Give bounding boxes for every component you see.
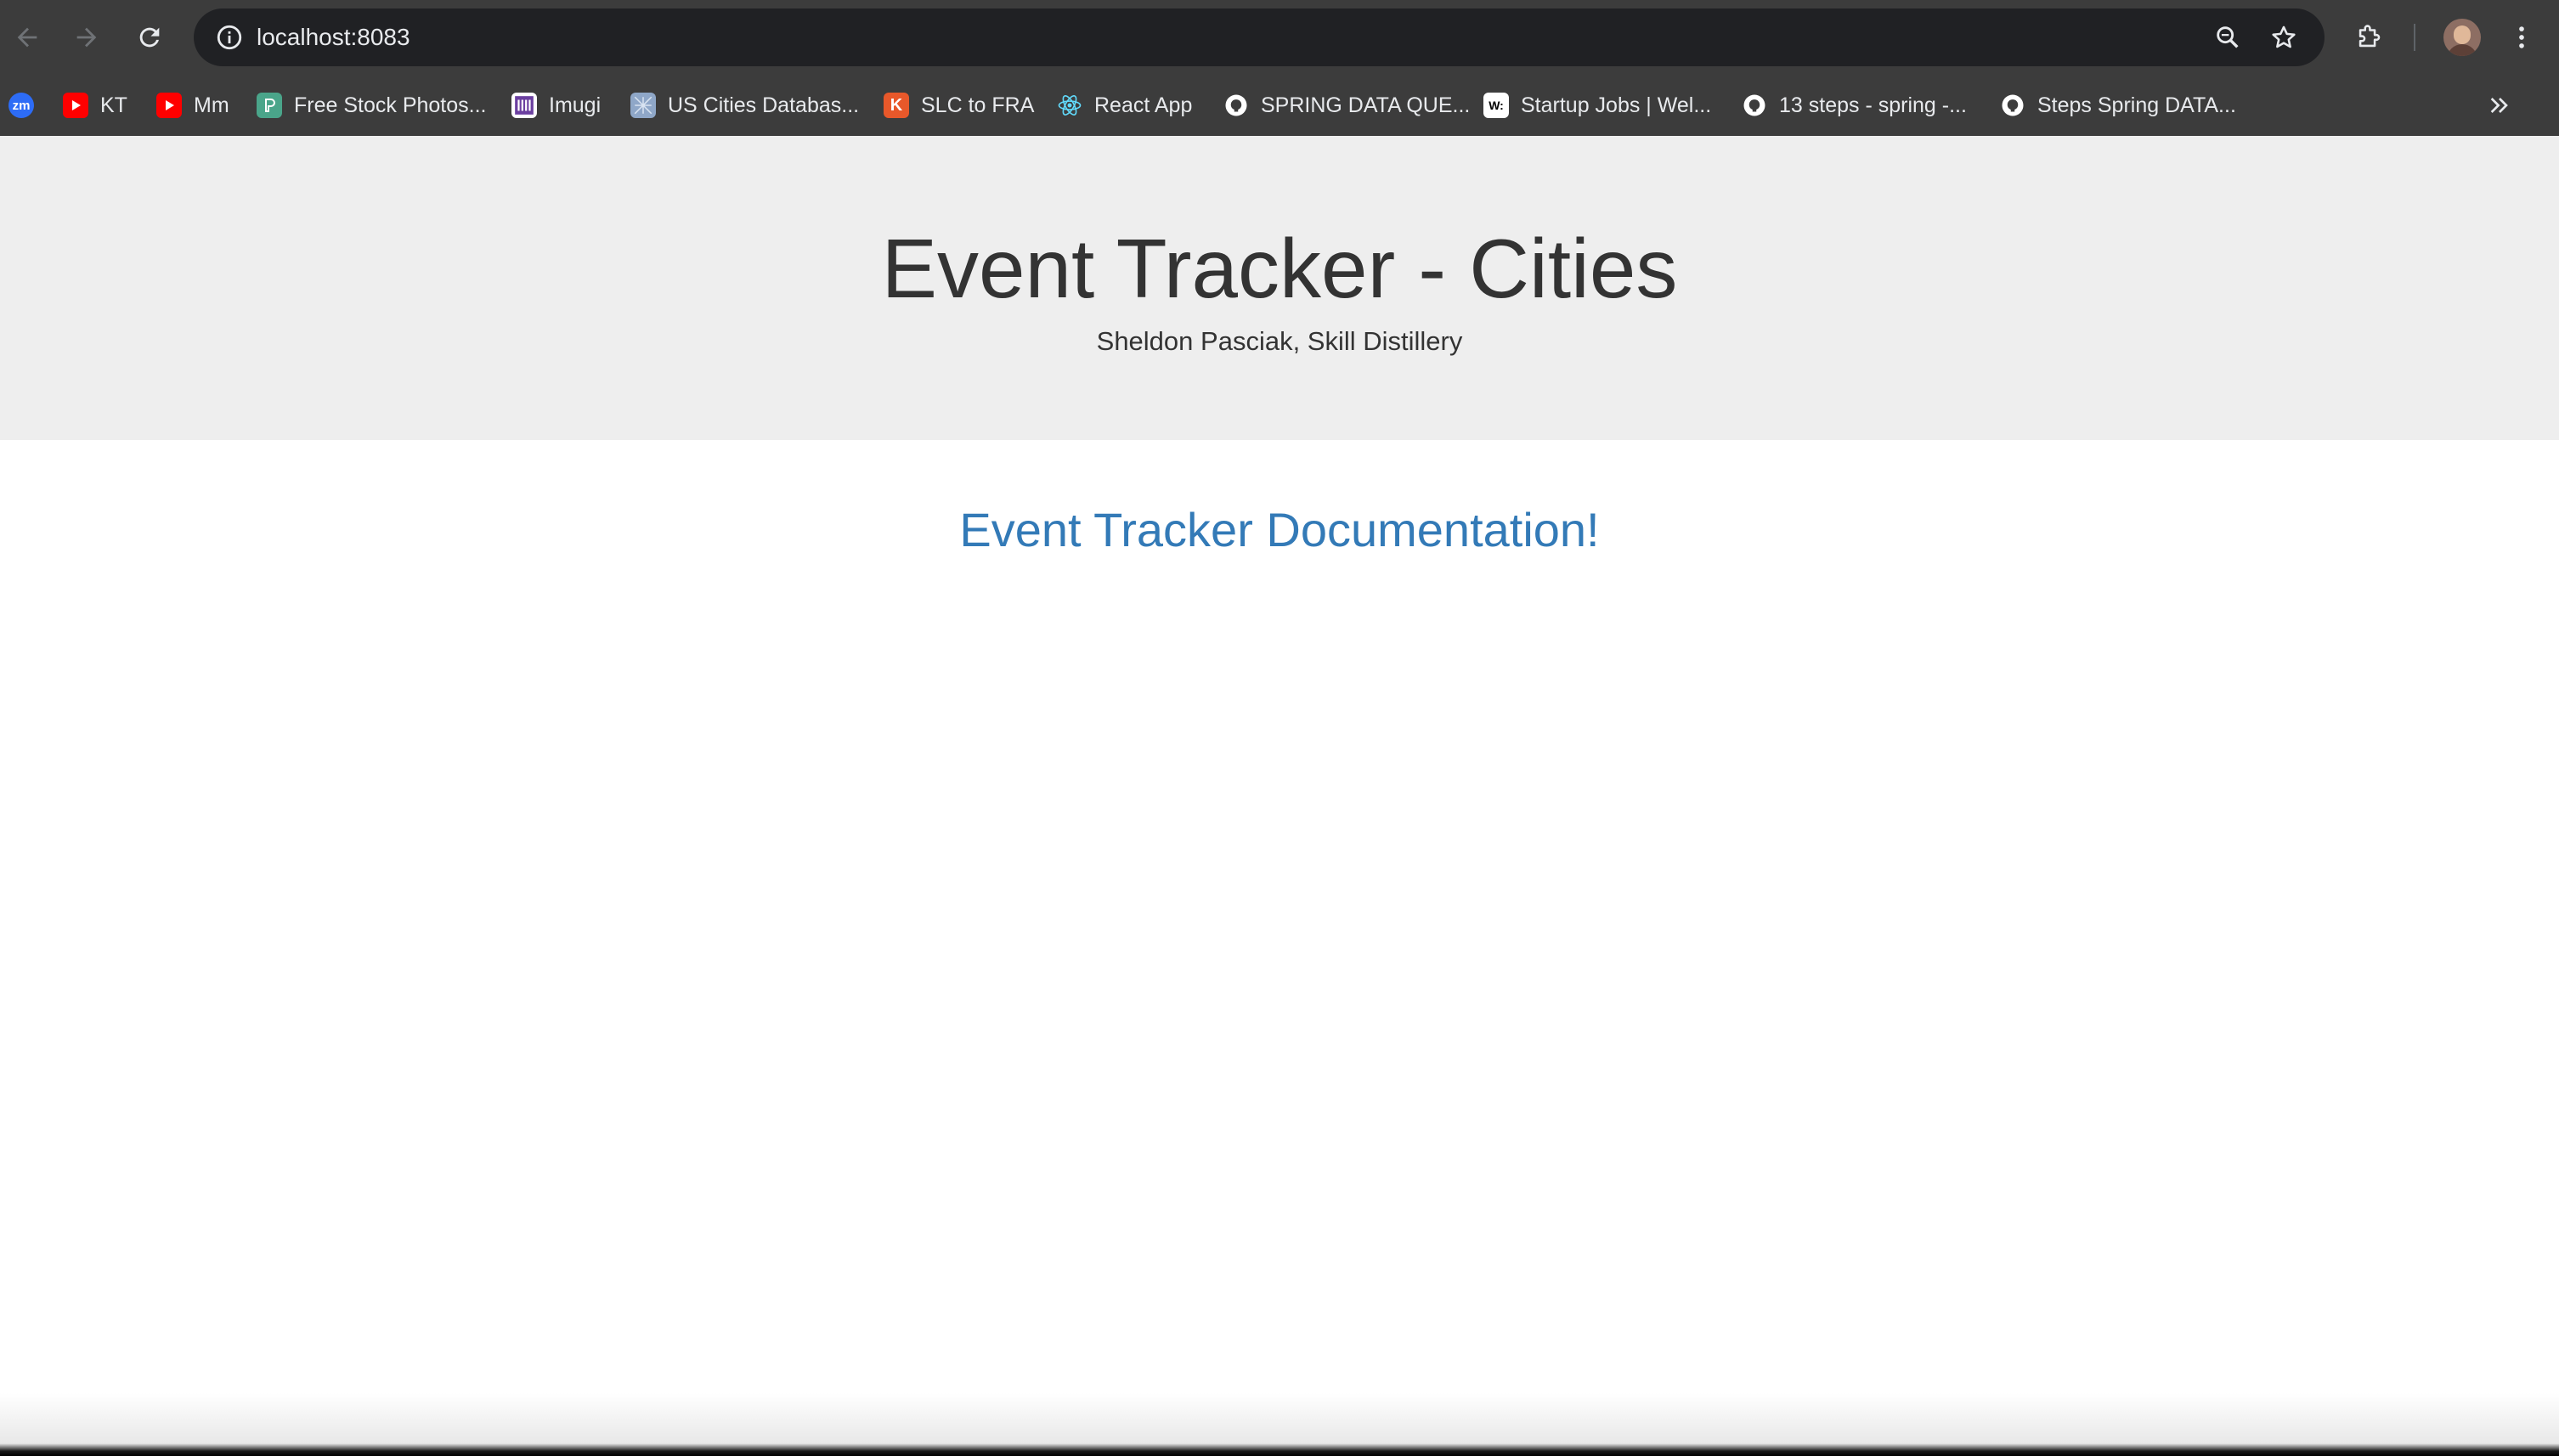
- imugi-icon: [511, 93, 537, 118]
- back-button[interactable]: [5, 15, 49, 59]
- reload-icon: [139, 27, 160, 48]
- puzzle-icon: [2358, 25, 2381, 48]
- github-icon: [1742, 93, 1767, 118]
- documentation-heading[interactable]: Event Tracker Documentation!: [0, 499, 2559, 561]
- bookmark-label: Imugi: [549, 93, 602, 117]
- more-bookmarks-button[interactable]: [2479, 85, 2520, 126]
- github-icon: [2000, 93, 2025, 118]
- double-chevron-right-icon: [2490, 98, 2508, 113]
- bookmark-startup-jobs[interactable]: W: Startup Jobs | Wel...: [1483, 90, 1711, 121]
- bookmark-react-app[interactable]: React App: [1057, 90, 1192, 121]
- bookmark-imugi[interactable]: Imugi: [511, 90, 601, 121]
- page-title: Event Tracker - Cities: [881, 222, 1678, 315]
- map-icon: [630, 93, 656, 118]
- back-arrow-icon: [17, 27, 37, 48]
- wellfound-icon: W:: [1483, 93, 1509, 118]
- bookmark-us-cities-database[interactable]: US Cities Databas...: [630, 90, 859, 121]
- bookmark-zoom[interactable]: zm: [8, 90, 46, 121]
- bookmark-label: Startup Jobs | Wel...: [1521, 93, 1712, 117]
- zoom-app-icon: zm: [8, 93, 34, 118]
- bookmark-label: Free Stock Photos...: [294, 93, 487, 117]
- window-bottom-edge: [0, 1393, 2559, 1456]
- forward-arrow-icon: [76, 27, 97, 48]
- zoom-button[interactable]: [2211, 20, 2245, 54]
- site-info-button[interactable]: [212, 20, 246, 54]
- bookmark-star-button[interactable]: [2267, 20, 2301, 54]
- kayak-icon: K: [884, 93, 909, 118]
- bookmark-label: KT: [100, 93, 127, 117]
- profile-avatar[interactable]: [2443, 19, 2481, 56]
- bookmark-label: React App: [1094, 93, 1193, 117]
- url-text[interactable]: localhost:8083: [257, 8, 410, 66]
- bookmark-label: SPRING DATA QUE...: [1261, 93, 1471, 117]
- github-icon: [1223, 93, 1249, 118]
- bookmark-label: SLC to FRA: [921, 93, 1035, 117]
- kebab-menu-icon: [2519, 26, 2524, 48]
- browser-menu-button[interactable]: [2500, 15, 2544, 59]
- page-header: Event Tracker - Cities Sheldon Pasciak, …: [0, 136, 2559, 440]
- info-icon: [217, 25, 242, 50]
- bookmark-spring-data-que[interactable]: SPRING DATA QUE...: [1223, 90, 1470, 121]
- toolbar-divider: [2414, 24, 2415, 51]
- youtube-icon: [63, 93, 88, 118]
- bookmark-label: Mm: [194, 93, 229, 117]
- forward-button[interactable]: [65, 15, 109, 59]
- address-bar[interactable]: localhost:8083: [194, 8, 2325, 66]
- bookmark-steps-spring-data[interactable]: Steps Spring DATA...: [2000, 90, 2236, 121]
- bookmark-label: US Cities Databas...: [668, 93, 860, 117]
- browser-toolbar: localhost:8083: [0, 0, 2559, 75]
- bookmark-13-steps-spring[interactable]: 13 steps - spring -...: [1742, 90, 1967, 121]
- extensions-button[interactable]: [2347, 15, 2391, 59]
- page-subtitle: Sheldon Pasciak, Skill Distillery: [1096, 326, 1463, 356]
- react-icon: [1057, 93, 1082, 118]
- browser-chrome: localhost:8083 zm KT Mm Free Stock Photo…: [0, 0, 2559, 136]
- stock-photo-icon: [257, 93, 282, 118]
- bookmark-label: 13 steps - spring -...: [1779, 93, 1967, 117]
- bookmark-mm[interactable]: Mm: [156, 90, 229, 121]
- bookmarks-bar: zm KT Mm Free Stock Photos... Imugi US C…: [0, 75, 2559, 136]
- star-icon: [2272, 25, 2296, 48]
- bookmark-kt[interactable]: KT: [63, 90, 127, 121]
- zoom-icon: [2217, 26, 2239, 48]
- bookmark-slc-to-fra[interactable]: K SLC to FRA: [884, 90, 1034, 121]
- bookmark-label: Steps Spring DATA...: [2037, 93, 2236, 117]
- youtube-icon: [156, 93, 182, 118]
- reload-button[interactable]: [127, 15, 172, 59]
- bookmark-free-stock-photos[interactable]: Free Stock Photos...: [257, 90, 487, 121]
